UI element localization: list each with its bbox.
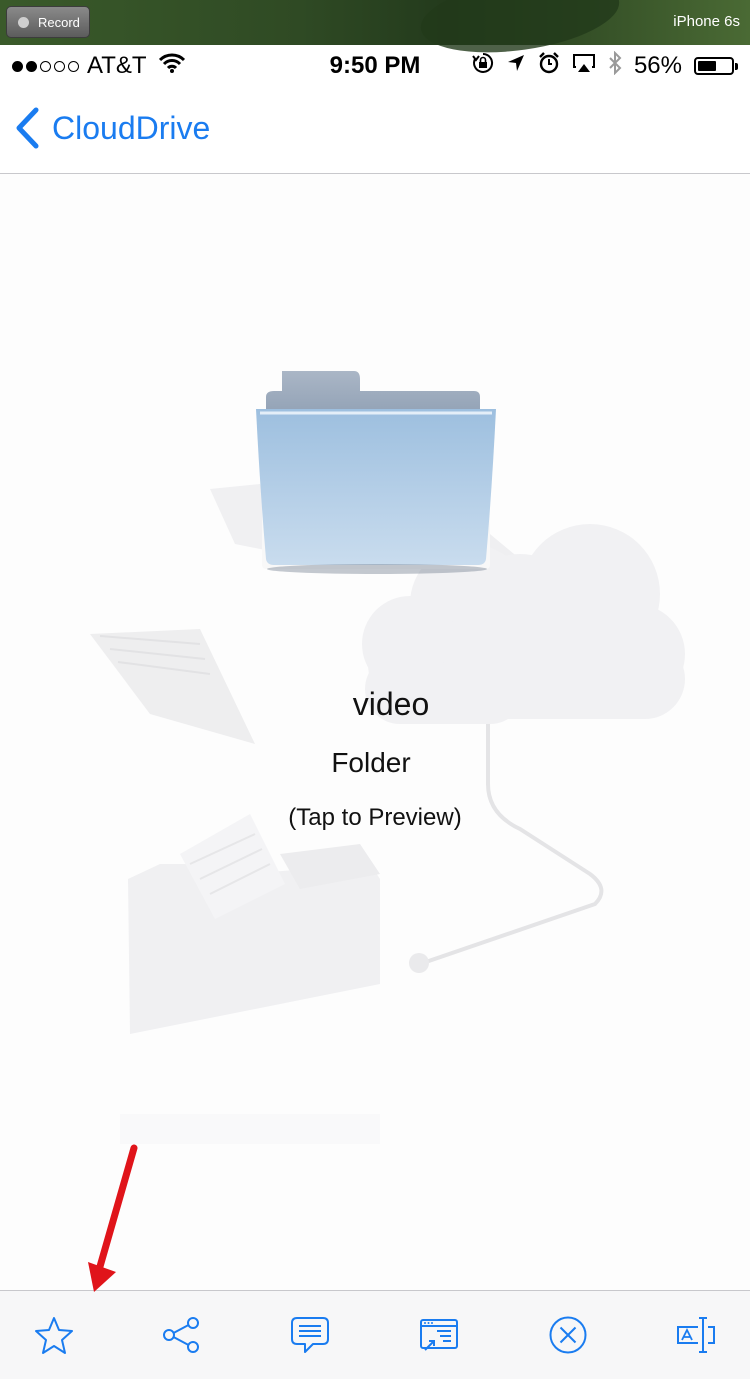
file-kind: Folder [331,747,411,778]
simulator-bar: Record iPhone 6s [0,0,750,64]
signal-strength-icon [12,60,79,72]
rename-icon[interactable] [674,1313,718,1357]
cloud-storage-illustration [90,484,685,1144]
open-in-icon[interactable] [417,1313,461,1357]
comment-icon[interactable] [288,1313,332,1357]
annotation-arrow-icon [88,1144,138,1292]
record-label: Record [38,14,80,30]
device-name: iPhone 6s [673,13,740,30]
record-dot-icon [18,16,29,28]
bluetooth-icon [608,50,622,82]
navigation-bar: CloudDrive [0,87,750,174]
bottom-toolbar [0,1290,750,1379]
alarm-icon [538,51,560,81]
record-button[interactable]: Record [6,6,90,38]
orientation-lock-icon [472,52,494,81]
close-circle-icon[interactable] [546,1313,590,1357]
file-preview-area[interactable]: video Folder (Tap to Preview) [0,174,750,1290]
status-bar: AT&T 9:50 PM 56% [0,45,750,87]
battery-icon [694,57,738,75]
file-name: video [352,686,430,722]
airplay-icon [572,52,596,80]
battery-percent: 56% [633,52,682,79]
wifi-icon [158,52,185,80]
back-label: CloudDrive [52,109,211,146]
carrier-name: AT&T [87,52,147,79]
chevron-left-icon [16,107,39,149]
folder-icon [256,371,496,574]
share-icon[interactable] [159,1313,203,1357]
location-icon [506,52,526,80]
preview-hint[interactable]: (Tap to Preview) [0,804,750,832]
back-button[interactable]: CloudDrive [14,107,210,149]
star-icon[interactable] [32,1313,76,1357]
battery-level [698,61,716,71]
